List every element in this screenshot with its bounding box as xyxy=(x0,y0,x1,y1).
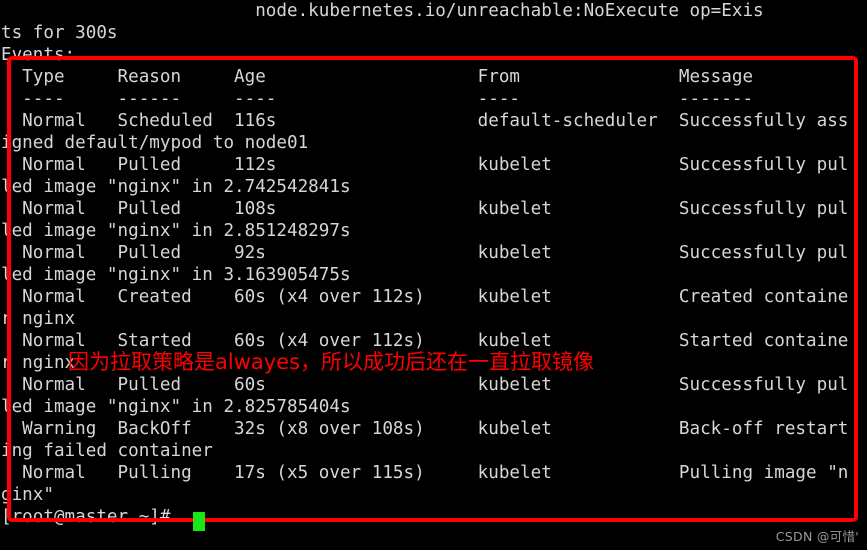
event-row-scheduled: Normal Scheduled 116s default-scheduler … xyxy=(1,111,849,131)
event-row-created: Normal Created 60s (x4 over 112s) kubele… xyxy=(1,287,849,307)
event-row-scheduled-wrap: igned default/mypod to node01 xyxy=(1,133,309,153)
events-table-header: Type Reason Age From Message xyxy=(1,67,754,87)
shell-prompt[interactable]: [root@master ~]# xyxy=(0,506,867,528)
event-row-pulled-108s-wrap: led image "nginx" in 2.851248297s xyxy=(1,221,351,241)
terminal-cursor xyxy=(193,512,205,531)
event-row-pulled-108s: Normal Pulled 108s kubelet Successfully … xyxy=(1,199,849,219)
event-row-pulling-wrap: ginx" xyxy=(1,485,54,505)
event-row-created-wrap: r nginx xyxy=(1,309,76,329)
event-row-pulled-92s: Normal Pulled 92s kubelet Successfully p… xyxy=(1,243,849,263)
events-table-divider: ---- ------ ---- ---- ------- xyxy=(1,89,754,109)
event-row-started: Normal Started 60s (x4 over 112s) kubele… xyxy=(1,331,849,351)
event-row-backoff-wrap: ing failed container xyxy=(1,441,213,461)
terminal-line: node.kubernetes.io/unreachable:NoExecute… xyxy=(1,1,764,21)
terminal-line: ts for 300s xyxy=(1,23,118,43)
event-row-pulled-60s-wrap: led image "nginx" in 2.825785404s xyxy=(1,397,351,417)
event-row-pulled-112s: Normal Pulled 112s kubelet Successfully … xyxy=(1,155,849,175)
annotation-text: 因为拉取策略是alwayes，所以成功后还在一直拉取镜像 xyxy=(68,350,595,374)
event-row-pulling: Normal Pulling 17s (x5 over 115s) kubele… xyxy=(1,463,849,483)
event-row-pulled-60s: Normal Pulled 60s kubelet Successfully p… xyxy=(1,375,849,395)
event-row-backoff: Warning BackOff 32s (x8 over 108s) kubel… xyxy=(1,419,849,439)
event-row-pulled-112s-wrap: led image "nginx" in 2.742542841s xyxy=(1,177,351,197)
watermark: CSDN @可惜' xyxy=(775,529,859,544)
terminal-output[interactable]: node.kubernetes.io/unreachable:NoExecute… xyxy=(0,0,867,528)
terminal-screen: node.kubernetes.io/unreachable:NoExecute… xyxy=(0,0,867,550)
event-row-pulled-92s-wrap: led image "nginx" in 3.163905475s xyxy=(1,265,351,285)
terminal-line-events-label: Events: xyxy=(1,45,76,65)
